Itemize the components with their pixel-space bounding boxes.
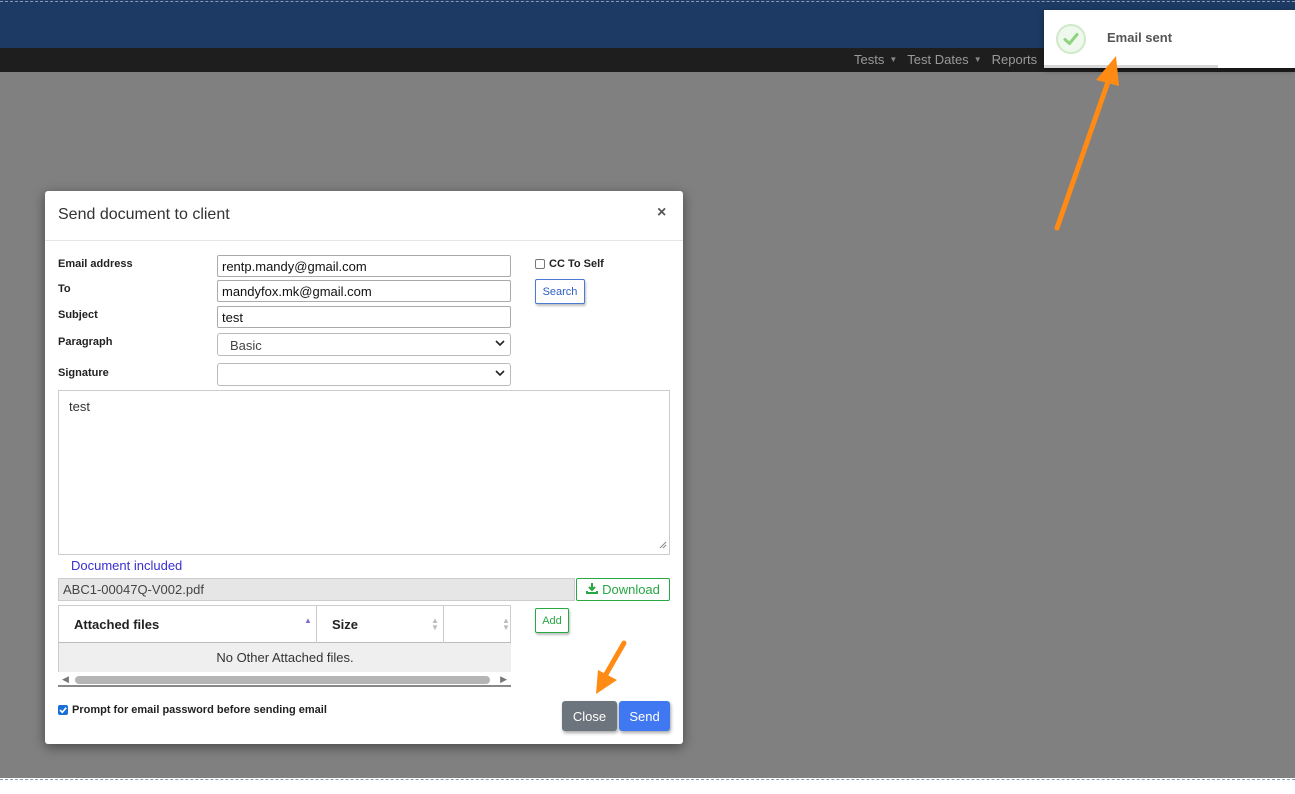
- toast-message: Email sent: [1107, 30, 1173, 45]
- add-button[interactable]: Add: [535, 608, 569, 633]
- scroll-left-icon[interactable]: ◀: [62, 674, 69, 685]
- download-button[interactable]: Download: [576, 578, 670, 601]
- column-header-attached-files[interactable]: Attached files: [74, 606, 314, 643]
- signature-label: Signature: [58, 367, 109, 379]
- document-included-label: Document included: [71, 558, 183, 573]
- selection-border-bottom: [0, 779, 1295, 780]
- signature-select[interactable]: [217, 363, 511, 386]
- cc-to-self-checkbox[interactable]: [535, 259, 545, 269]
- sort-both-icon: ▲ ▼: [502, 616, 510, 632]
- chevron-down-icon: [494, 367, 506, 382]
- close-button[interactable]: Close: [562, 701, 617, 731]
- nav-item-tests[interactable]: Tests ▼: [854, 52, 897, 67]
- column-header-actions[interactable]: [454, 606, 504, 643]
- resize-grip-icon[interactable]: [658, 537, 667, 552]
- document-file-name: ABC1-00047Q-V002.pdf: [58, 578, 575, 601]
- download-icon: [586, 582, 599, 597]
- table-empty-row: No Other Attached files.: [58, 643, 511, 672]
- send-button[interactable]: Send: [619, 701, 670, 731]
- prompt-password-label: Prompt for email password before sending…: [72, 704, 327, 716]
- cc-to-self-option[interactable]: CC To Self: [535, 258, 604, 270]
- toast-progress-bar: [1044, 65, 1218, 68]
- caret-down-icon: ▼: [889, 55, 898, 64]
- paragraph-label: Paragraph: [58, 336, 113, 348]
- subject-field[interactable]: [217, 306, 511, 328]
- selection-border-top: [0, 1, 1295, 2]
- column-divider: [443, 606, 444, 643]
- caret-down-icon: ▼: [973, 55, 982, 64]
- nav-item-reports[interactable]: Reports: [992, 52, 1038, 67]
- horizontal-scrollbar[interactable]: ◀ ▶: [58, 672, 511, 687]
- table-header: Attached files ▲ Size ▲ ▼ ▲ ▼: [58, 605, 511, 643]
- send-document-modal: Send document to client × Email address …: [45, 191, 683, 744]
- chevron-down-icon: [494, 337, 506, 352]
- sort-asc-icon: ▲: [304, 616, 312, 625]
- prompt-password-checkbox[interactable]: [58, 705, 68, 715]
- download-label: Download: [602, 582, 660, 597]
- modal-title: Send document to client: [58, 206, 230, 223]
- modal-header: Send document to client ×: [45, 191, 683, 241]
- search-button[interactable]: Search: [535, 279, 585, 304]
- close-icon[interactable]: ×: [657, 204, 666, 222]
- subject-label: Subject: [58, 309, 98, 321]
- email-address-label: Email address: [58, 258, 133, 270]
- nav-item-test-dates[interactable]: Test Dates ▼: [907, 52, 981, 67]
- column-header-size[interactable]: Size: [332, 606, 442, 643]
- scroll-right-icon[interactable]: ▶: [500, 674, 507, 685]
- success-toast[interactable]: Email sent: [1044, 10, 1295, 68]
- email-body-textarea[interactable]: test: [58, 390, 670, 555]
- paragraph-select[interactable]: Basic: [217, 333, 511, 356]
- column-divider: [316, 606, 317, 643]
- check-circle-icon: [1056, 24, 1086, 54]
- to-field[interactable]: [217, 280, 511, 302]
- cc-to-self-label: CC To Self: [549, 258, 604, 270]
- attached-files-table: Attached files ▲ Size ▲ ▼ ▲ ▼ No Other Att…: [58, 605, 511, 688]
- sort-both-icon: ▲ ▼: [431, 616, 439, 632]
- prompt-password-option[interactable]: Prompt for email password before sending…: [58, 704, 327, 716]
- paragraph-selected-value: Basic: [230, 338, 262, 353]
- to-label: To: [58, 283, 71, 295]
- scrollbar-thumb[interactable]: [75, 676, 490, 684]
- email-address-field[interactable]: [217, 255, 511, 277]
- email-body-text: test: [69, 399, 90, 414]
